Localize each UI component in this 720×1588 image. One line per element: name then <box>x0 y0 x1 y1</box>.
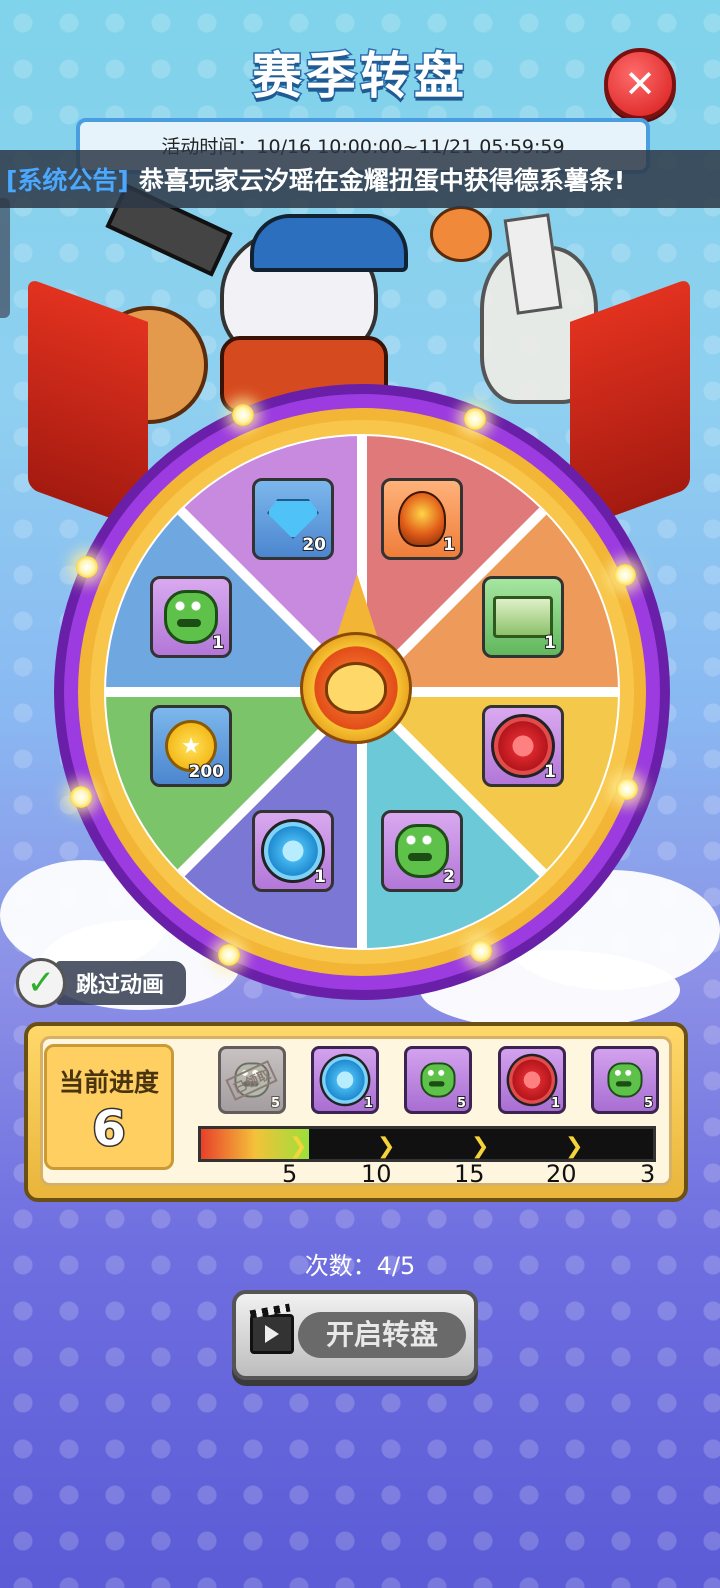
progress-tick: 15 <box>454 1160 485 1188</box>
clapperboard-icon <box>250 1314 294 1354</box>
progress-tick: 20 <box>546 1160 577 1188</box>
frog-icon <box>607 1062 643 1098</box>
milestone-count: 5 <box>270 1095 281 1112</box>
close-button[interactable]: ✕ <box>604 48 676 120</box>
side-drawer-handle[interactable] <box>0 198 10 318</box>
diamond-icon <box>267 499 319 539</box>
chevron-icon: ❯ <box>289 1134 308 1159</box>
chevron-icon: ❯ <box>471 1134 490 1159</box>
prize-count: 1 <box>442 534 456 556</box>
milestone-count: 5 <box>643 1095 654 1112</box>
checkmark-icon[interactable]: ✓ <box>16 958 66 1008</box>
wheel-lamp <box>70 786 92 808</box>
progress-tick: 5 <box>282 1160 298 1188</box>
current-progress-label: 当前进度 <box>58 1068 159 1097</box>
current-progress-value: 6 <box>91 1100 127 1159</box>
red-disc-icon <box>506 1053 558 1107</box>
prize-count: 1 <box>543 761 557 783</box>
prize-count: 200 <box>188 761 225 783</box>
milestone-reward-20[interactable]: 1 <box>498 1046 566 1114</box>
close-icon: ✕ <box>624 62 656 106</box>
prize-frog-2: 2 <box>381 810 463 892</box>
frog-icon <box>420 1062 456 1098</box>
prize-count: 1 <box>313 866 327 888</box>
frog-icon <box>164 590 218 644</box>
frog-icon <box>395 824 449 878</box>
notice-tag: [系统公告] <box>6 166 129 195</box>
milestone-reward-10[interactable]: 1 <box>311 1046 379 1114</box>
wheel-lamp <box>218 944 240 966</box>
mascot-face-icon <box>325 662 387 714</box>
prize-count: 2 <box>442 866 456 888</box>
current-progress-box: 当前进度 6 <box>44 1044 174 1170</box>
rocket-icon <box>398 491 446 547</box>
wheel-hub[interactable] <box>300 632 412 744</box>
progress-bar: ❯ ❯ ❯ ❯ <box>198 1126 656 1162</box>
milestone-count: 5 <box>456 1095 467 1112</box>
skip-animation-label: 跳过动画 <box>56 961 187 1005</box>
chevron-icon: ❯ <box>377 1134 396 1159</box>
milestone-reward-15[interactable]: 5 <box>404 1046 472 1114</box>
prize-count: 1 <box>211 632 225 654</box>
prize-gold-coin: ★ 200 <box>150 705 232 787</box>
prize-rocket: 1 <box>381 478 463 560</box>
prize-count: 20 <box>301 534 327 556</box>
wheel-lamp <box>232 404 254 426</box>
wheel-lamp <box>76 556 98 578</box>
prize-blue-disc: 1 <box>252 810 334 892</box>
cash-icon <box>493 596 553 638</box>
wheel-lamp <box>470 940 492 962</box>
spin-count: 次数：4/5 <box>304 1252 416 1280</box>
prize-cash: 1 <box>482 576 564 658</box>
milestone-reward-5[interactable]: 已领取 5 <box>218 1046 286 1114</box>
milestone-reward-final[interactable]: 5 <box>591 1046 659 1114</box>
wheel-lamp <box>464 408 486 430</box>
wheel-lamp <box>616 778 638 800</box>
milestone-count: 1 <box>363 1095 374 1112</box>
prize-diamond: 20 <box>252 478 334 560</box>
blue-disc-icon <box>319 1053 371 1107</box>
milestone-count: 1 <box>550 1095 561 1112</box>
system-notice: [系统公告] 恭喜玩家云汐瑶在金耀扭蛋中获得德系薯条! <box>0 150 720 208</box>
progress-tick: 10 <box>361 1160 392 1188</box>
wheel-lamp <box>614 564 636 586</box>
start-wheel-label: 开启转盘 <box>298 1312 466 1358</box>
skip-animation-toggle[interactable]: ✓ 跳过动画 <box>16 958 187 1008</box>
prize-count: 1 <box>543 632 557 654</box>
start-wheel-button[interactable]: 开启转盘 <box>232 1290 478 1380</box>
chevron-icon: ❯ <box>565 1134 584 1159</box>
notice-message: 恭喜玩家云汐瑶在金耀扭蛋中获得德系薯条! <box>138 166 626 195</box>
progress-tick: 3 <box>640 1160 656 1188</box>
prize-red-disc: 1 <box>482 705 564 787</box>
prize-frog: 1 <box>150 576 232 658</box>
